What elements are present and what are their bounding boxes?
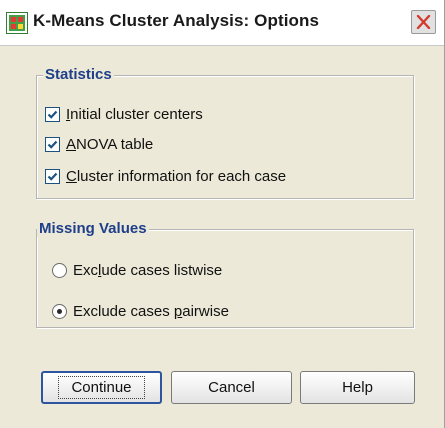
checkbox-box[interactable] bbox=[45, 106, 60, 122]
close-button[interactable] bbox=[411, 10, 436, 34]
cancel-button[interactable]: Cancel bbox=[171, 371, 292, 404]
check-icon bbox=[47, 140, 58, 149]
radio-circle[interactable] bbox=[52, 262, 67, 278]
exclude-pairwise-radio[interactable]: Exclude cases pairwise bbox=[52, 301, 229, 321]
checkbox-label: Initial cluster centers bbox=[66, 105, 203, 123]
initial-cluster-centers-checkbox[interactable]: Initial cluster centers bbox=[45, 104, 203, 124]
continue-button[interactable]: Continue bbox=[41, 371, 162, 404]
radio-label: Exclude cases pairwise bbox=[73, 302, 229, 320]
checkbox-label: Cluster information for each case bbox=[66, 167, 287, 185]
statistics-legend: Statistics bbox=[43, 66, 114, 83]
window-title: K-Means Cluster Analysis: Options bbox=[33, 11, 320, 30]
radio-selected-dot bbox=[57, 308, 62, 314]
check-icon bbox=[47, 172, 58, 181]
help-label: Help bbox=[342, 379, 373, 396]
checkbox-label: ANOVA table bbox=[66, 135, 154, 153]
close-icon bbox=[416, 15, 431, 29]
statistics-group: Statistics Initial cluster centers ANOVA… bbox=[36, 66, 414, 199]
radio-circle[interactable] bbox=[52, 303, 67, 319]
check-icon bbox=[47, 110, 58, 119]
missing-values-group: Missing Values Exclude cases listwise Ex… bbox=[36, 220, 414, 328]
help-button[interactable]: Help bbox=[300, 371, 415, 404]
anova-table-checkbox[interactable]: ANOVA table bbox=[45, 134, 153, 154]
title-bar: K-Means Cluster Analysis: Options bbox=[0, 0, 444, 46]
radio-label: Exclude cases listwise bbox=[73, 261, 223, 279]
app-icon bbox=[6, 12, 28, 34]
options-dialog: K-Means Cluster Analysis: Options Statis… bbox=[0, 0, 445, 428]
cancel-label: Cancel bbox=[208, 379, 255, 396]
continue-label: Continue bbox=[58, 376, 145, 399]
cluster-information-checkbox[interactable]: Cluster information for each case bbox=[45, 166, 286, 186]
checkbox-box[interactable] bbox=[45, 136, 60, 152]
missing-values-legend: Missing Values bbox=[37, 220, 149, 237]
exclude-listwise-radio[interactable]: Exclude cases listwise bbox=[52, 260, 222, 280]
checkbox-box[interactable] bbox=[45, 168, 60, 184]
